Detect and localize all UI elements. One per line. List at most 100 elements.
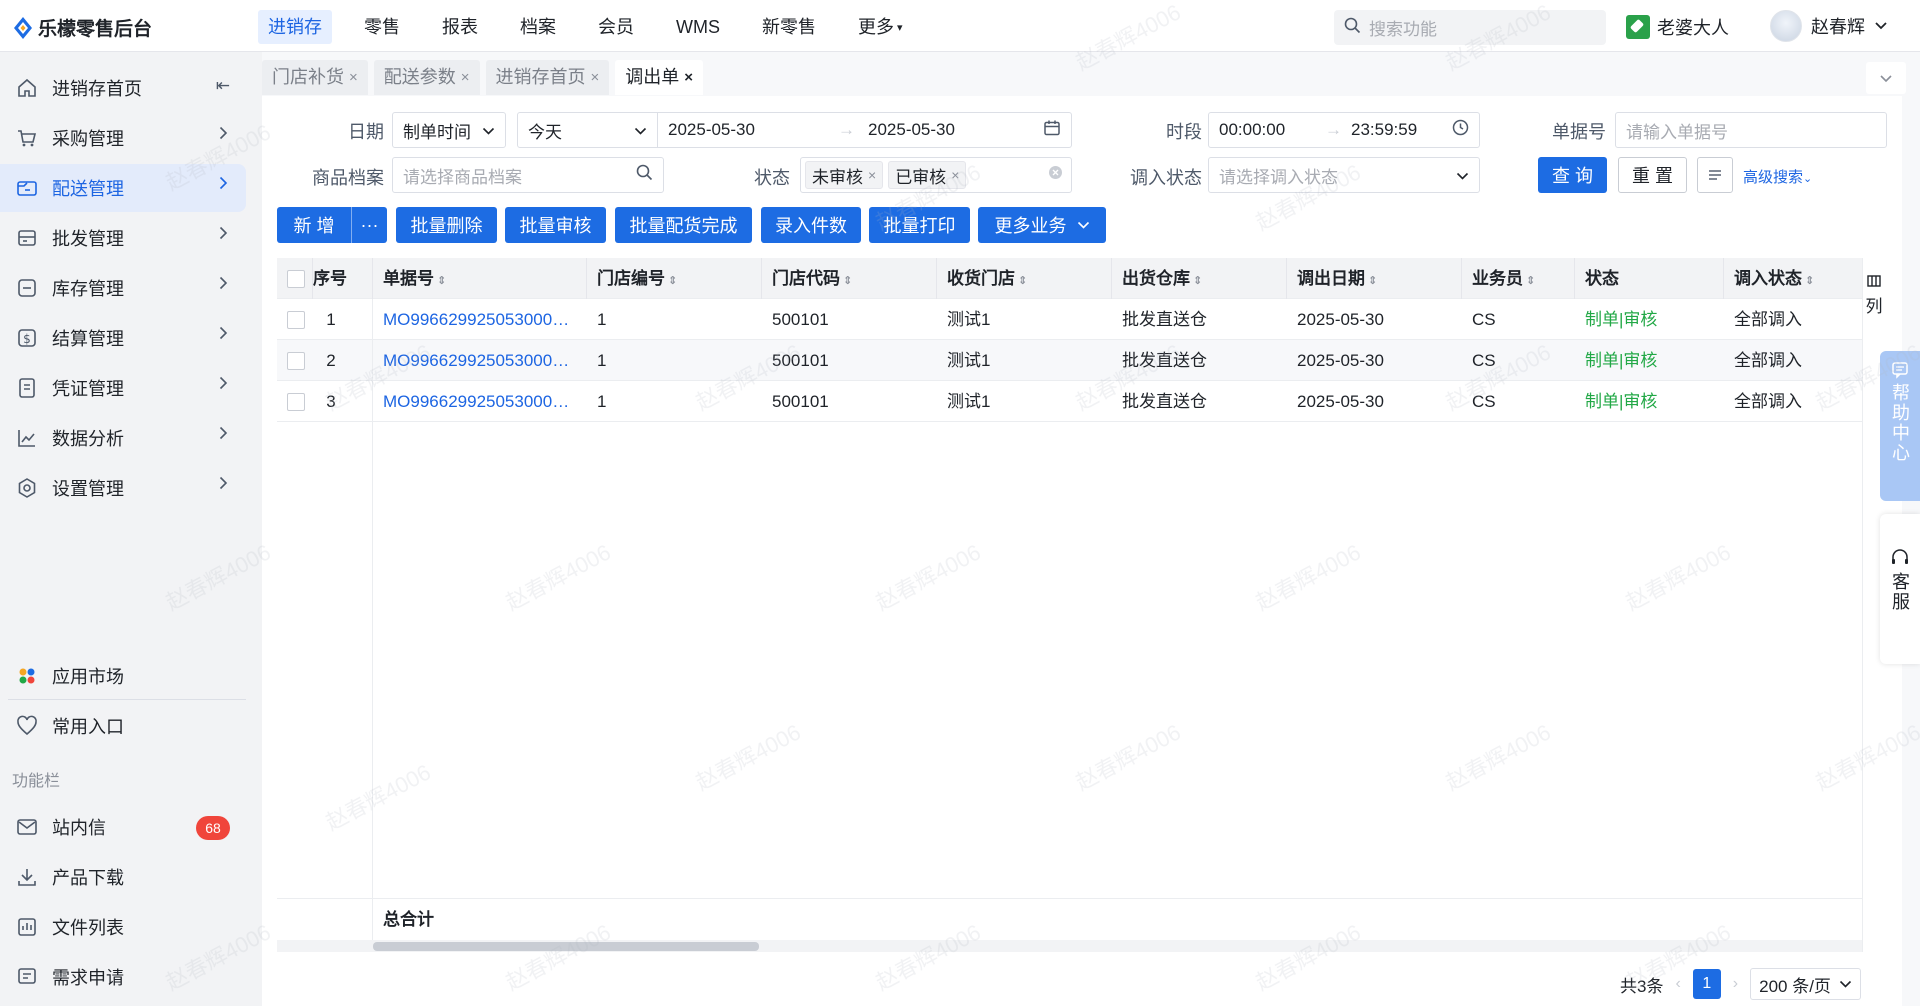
sidebar-item[interactable]: 批发管理	[0, 214, 246, 262]
shop-switcher[interactable]: 老婆大人	[1626, 14, 1729, 40]
date-range-select[interactable]: 今天	[518, 113, 658, 147]
column-header[interactable]: 收货门店 ⇕	[947, 258, 1027, 299]
more-business-button[interactable]: 更多业务	[978, 207, 1106, 243]
batch-action-button[interactable]: 录入件数	[761, 207, 861, 243]
search-icon[interactable]	[636, 164, 653, 186]
user-menu[interactable]: 赵春辉	[1770, 10, 1888, 42]
date-range-picker[interactable]: 今天 2025-05-30 → 2025-05-30	[517, 112, 1072, 148]
bill-no-input[interactable]: 请输入单据号	[1615, 112, 1887, 148]
date-type-select[interactable]: 制单时间	[392, 112, 506, 148]
collapse-sidebar-icon[interactable]: ⇤	[216, 76, 230, 96]
page-number-current[interactable]: 1	[1692, 969, 1721, 999]
close-icon[interactable]: ×	[461, 60, 470, 95]
tab-item[interactable]: 调出单 ×	[615, 60, 704, 95]
help-center-button[interactable]: 帮助中心	[1880, 351, 1920, 501]
search-box[interactable]: 搜索功能	[1334, 10, 1606, 45]
cell-bill-no[interactable]: MO996629925053000…	[383, 299, 581, 340]
sidebar-item[interactable]: 进销存首页 ⇤	[0, 64, 246, 112]
sidebar-item[interactable]: 产品下载	[0, 853, 246, 901]
topnav-item[interactable]: 报表	[432, 10, 488, 44]
sidebar-item[interactable]: 常用入口	[0, 702, 246, 750]
new-more-button[interactable]: ···	[352, 215, 387, 236]
reset-button[interactable]: 重 置	[1618, 157, 1687, 193]
next-page-icon[interactable]: ›	[1733, 975, 1738, 993]
table-row[interactable]: 2 MO996629925053000… 1 500101 测试1 批发直送仓 2025-0…	[277, 340, 1862, 381]
close-icon[interactable]: ×	[349, 60, 358, 95]
product-select[interactable]: 请选择商品档案	[392, 157, 664, 193]
table-row[interactable]: 1 MO996629925053000… 1 500101 测试1 批发直送仓 2025-0…	[277, 299, 1862, 340]
tab-item[interactable]: 配送参数 ×	[373, 60, 480, 95]
select-all-checkbox[interactable]	[287, 270, 305, 288]
batch-action-button[interactable]: 批量删除	[396, 207, 497, 243]
sidebar-item[interactable]: 库存管理	[0, 264, 246, 312]
cell-bill-no[interactable]: MO996629925053000…	[383, 340, 581, 381]
topnav-item[interactable]: 零售	[354, 10, 410, 44]
time-range-picker[interactable]: 00:00:00 → 23:59:59	[1208, 112, 1480, 148]
close-icon[interactable]: ×	[868, 167, 876, 183]
sidebar-item[interactable]: 数据分析	[0, 414, 246, 462]
column-header[interactable]: 门店代码 ⇕	[772, 258, 852, 299]
sidebar-item[interactable]: 采购管理	[0, 114, 246, 162]
table-row[interactable]: 3 MO996629925053000… 1 500101 测试1 批发直送仓 2025-0…	[277, 381, 1862, 422]
sidebar-item[interactable]: 站内信 68	[0, 803, 246, 851]
query-button[interactable]: 查 询	[1538, 157, 1607, 193]
column-header[interactable]: 业务员 ⇕	[1472, 258, 1535, 299]
topnav-item[interactable]: 进销存	[258, 10, 332, 44]
sidebar-item[interactable]: $ 结算管理	[0, 314, 246, 362]
tabs-expand-button[interactable]	[1866, 62, 1906, 94]
cell-bill-no[interactable]: MO996629925053000…	[383, 381, 581, 422]
topnav-item[interactable]: 会员	[588, 10, 644, 44]
row-checkbox[interactable]	[287, 311, 305, 329]
column-header[interactable]: 单据号 ⇕	[383, 258, 446, 299]
close-icon[interactable]: ×	[951, 167, 959, 183]
column-header[interactable]: 出货仓库 ⇕	[1122, 258, 1202, 299]
sidebar-item[interactable]: 设置管理	[0, 464, 246, 512]
tab-item[interactable]: 门店补货 ×	[262, 60, 368, 95]
sidebar-item[interactable]: 文件列表	[0, 903, 246, 951]
calendar-icon[interactable]	[1043, 119, 1061, 142]
clear-icon[interactable]	[1048, 165, 1063, 185]
topnav-item[interactable]: 档案	[510, 10, 566, 44]
batch-action-button[interactable]: 批量配货完成	[615, 207, 752, 243]
time-end-input[interactable]: 23:59:59	[1351, 120, 1417, 140]
scrollbar-thumb[interactable]	[373, 942, 759, 951]
row-checkbox[interactable]	[287, 393, 305, 411]
column-header[interactable]: 门店编号 ⇕	[597, 258, 677, 299]
horizontal-scrollbar[interactable]	[277, 940, 1862, 952]
sort-icon[interactable]: ⇕	[1526, 275, 1535, 287]
sidebar-item[interactable]: 配送管理	[0, 164, 246, 212]
page-size-select[interactable]: 200 条/页	[1750, 968, 1861, 1000]
time-start-input[interactable]: 00:00:00	[1219, 120, 1325, 140]
search-input[interactable]: 搜索功能	[1369, 15, 1437, 40]
date-start-input[interactable]: 2025-05-30	[668, 120, 838, 140]
sort-icon[interactable]: ⇕	[1805, 275, 1814, 287]
topnav-item[interactable]: 新零售	[752, 10, 826, 44]
sidebar-item[interactable]: 需求申请	[0, 953, 246, 1001]
sort-icon[interactable]: ⇕	[1018, 275, 1027, 287]
new-button[interactable]: 新 增	[277, 212, 351, 238]
sort-icon[interactable]: ⇕	[1368, 275, 1377, 287]
filter-settings-button[interactable]	[1697, 157, 1733, 193]
prev-page-icon[interactable]: ‹	[1675, 975, 1680, 993]
close-icon[interactable]: ×	[684, 60, 693, 95]
row-checkbox[interactable]	[287, 352, 305, 370]
batch-action-button[interactable]: 批量审核	[505, 207, 606, 243]
batch-action-button[interactable]: 批量打印	[869, 207, 970, 243]
sort-icon[interactable]: ⇕	[843, 275, 852, 287]
customer-service-button[interactable]: 客服	[1880, 514, 1920, 664]
status-multiselect[interactable]: 未审核 × 已审核 ×	[800, 157, 1072, 193]
tab-item[interactable]: 进销存首页 ×	[485, 60, 610, 95]
column-header[interactable]: 调入状态 ⇕	[1734, 258, 1814, 299]
topnav-item[interactable]: WMS	[666, 10, 730, 44]
sidebar-item[interactable]: 凭证管理	[0, 364, 246, 412]
topnav-item[interactable]: 更多 ▾	[848, 10, 913, 44]
close-icon[interactable]: ×	[591, 60, 600, 95]
column-settings-button[interactable]: 列	[1864, 272, 1884, 317]
advanced-search-link[interactable]: 高级搜索⌄	[1743, 166, 1812, 187]
in-status-select[interactable]: 请选择调入状态	[1208, 157, 1480, 193]
sort-icon[interactable]: ⇕	[437, 275, 446, 287]
app-logo[interactable]: 乐檬零售后台	[14, 14, 152, 41]
sort-icon[interactable]: ⇕	[1193, 275, 1202, 287]
date-end-input[interactable]: 2025-05-30	[868, 120, 1028, 140]
column-header[interactable]: 调出日期 ⇕	[1297, 258, 1377, 299]
